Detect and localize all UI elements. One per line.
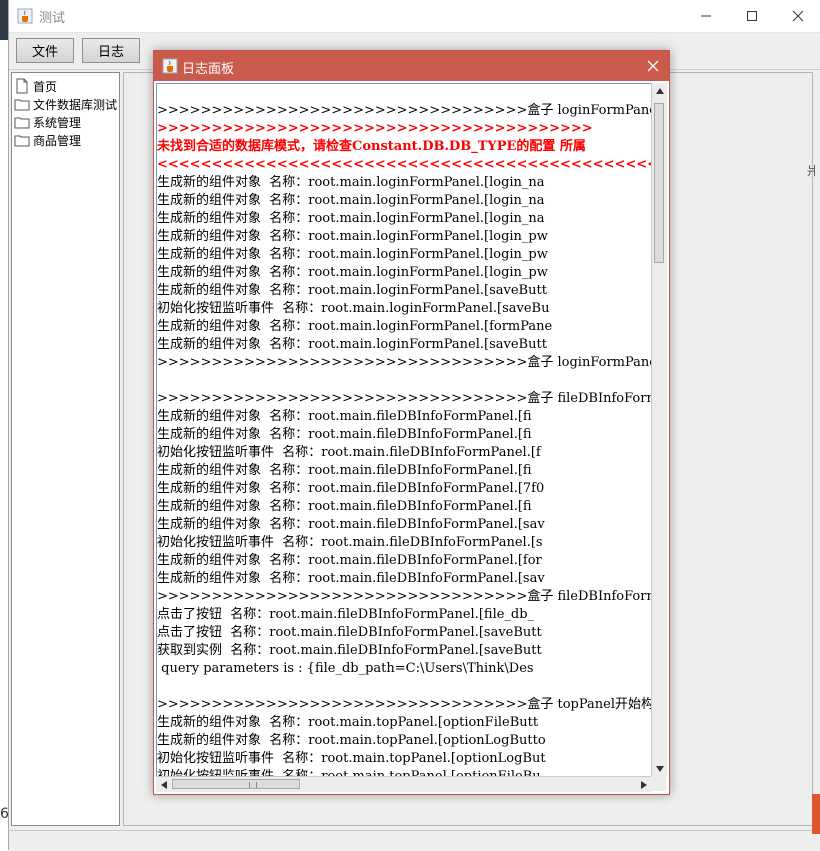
- scroll-corner: [651, 776, 666, 791]
- log-line: 生成新的组件对象 名称：root.main.fileDBInfoFormPane…: [157, 517, 545, 532]
- log-line: <<<<<<<<<<<<<<<<<<<<<<<<<<<<<<<<<<<<<<<<…: [157, 157, 653, 172]
- arrow-right-icon: [640, 780, 647, 789]
- log-line: 未找到合适的数据库模式，请检查Constant.DB.DB_TYPE的配置 所属: [157, 139, 586, 154]
- log-line: 初始化按钮监听事件 名称：root.main.loginFormPanel.[s…: [157, 301, 550, 316]
- log-line: 点击了按钮 名称：root.main.fileDBInfoFormPanel.[…: [157, 607, 535, 622]
- log-line: 生成新的组件对象 名称：root.main.loginFormPanel.[lo…: [157, 247, 548, 262]
- log-line: 初始化按钮监听事件 名称：root.main.fileDBInfoFormPan…: [157, 535, 543, 550]
- file-button[interactable]: 文件: [16, 38, 74, 63]
- log-line: query parameters is : {file_db_path=C:\U…: [157, 661, 534, 676]
- log-line: 生成新的组件对象 名称：root.main.fileDBInfoFormPane…: [157, 553, 542, 568]
- log-line: 初始化按钮监听事件 名称：root.main.topPanel.[optionL…: [157, 751, 546, 766]
- scroll-left-button[interactable]: [156, 777, 171, 792]
- log-line: 生成新的组件对象 名称：root.main.loginFormPanel.[lo…: [157, 265, 548, 280]
- log-text-area[interactable]: >>>>>>>>>>>>>>>>>>>>>>>>>>>>>>>>>>盒子 log…: [156, 83, 653, 778]
- maximize-button[interactable]: [729, 0, 775, 32]
- arrow-down-icon: [655, 765, 664, 772]
- log-line: >>>>>>>>>>>>>>>>>>>>>>>>>>>>>>>>>>盒子 top…: [157, 697, 653, 712]
- log-line: 生成新的组件对象 名称：root.main.loginFormPanel.[fo…: [157, 319, 553, 334]
- arrow-up-icon: [655, 87, 664, 94]
- log-line: 生成新的组件对象 名称：root.main.fileDBInfoFormPane…: [157, 571, 545, 586]
- log-line: 生成新的组件对象 名称：root.main.fileDBInfoFormPane…: [157, 463, 532, 478]
- dialog-title-bar: 日志面板: [154, 51, 669, 81]
- dialog-close-button[interactable]: [637, 51, 669, 81]
- minimize-button[interactable]: [683, 0, 729, 32]
- java-cup-icon: [17, 8, 33, 24]
- log-line: 生成新的组件对象 名称：root.main.loginFormPanel.[lo…: [157, 211, 545, 226]
- log-line: 生成新的组件对象 名称：root.main.topPanel.[optionLo…: [157, 733, 546, 748]
- vertical-scrollbar[interactable]: [651, 83, 667, 776]
- log-button[interactable]: 日志: [82, 38, 140, 63]
- log-line: >>>>>>>>>>>>>>>>>>>>>>>>>>>>>>>>>>盒子 fil…: [157, 589, 653, 604]
- title-bar: 测试: [9, 0, 820, 33]
- log-line: 生成新的组件对象 名称：root.main.loginFormPanel.[lo…: [157, 175, 545, 190]
- log-line: 生成新的组件对象 名称：root.main.loginFormPanel.[lo…: [157, 229, 548, 244]
- window-title: 测试: [39, 11, 66, 26]
- background-window-edge: [0, 0, 8, 40]
- log-line: 生成新的组件对象 名称：root.main.fileDBInfoFormPane…: [157, 481, 545, 496]
- folder-icon: [14, 117, 30, 129]
- log-line: >>>>>>>>>>>>>>>>>>>>>>>>>>>>>>>>>>盒子 log…: [157, 355, 653, 370]
- close-icon: [792, 10, 804, 22]
- maximize-icon: [747, 11, 757, 21]
- scroll-down-button[interactable]: [652, 761, 667, 776]
- tree-item-product-management[interactable]: 商品管理: [14, 131, 81, 149]
- folder-icon: [14, 99, 30, 111]
- log-line: 生成新的组件对象 名称：root.main.fileDBInfoFormPane…: [157, 427, 532, 442]
- log-line: 生成新的组件对象 名称：root.main.loginFormPanel.[sa…: [157, 337, 547, 352]
- log-line: 生成新的组件对象 名称：root.main.loginFormPanel.[sa…: [157, 283, 547, 298]
- vertical-scroll-thumb[interactable]: [654, 103, 664, 263]
- log-line: 生成新的组件对象 名称：root.main.topPanel.[optionFi…: [157, 715, 539, 730]
- tree-item-home[interactable]: 首页: [14, 77, 57, 95]
- scroll-right-button[interactable]: [636, 777, 651, 792]
- log-line: 点击了按钮 名称：root.main.fileDBInfoFormPanel.[…: [157, 625, 542, 640]
- folder-icon: [14, 135, 30, 147]
- status-bar: [9, 830, 820, 851]
- log-line: 生成新的组件对象 名称：root.main.loginFormPanel.[lo…: [157, 193, 545, 208]
- tree-item-file-db-test[interactable]: 文件数据库测试: [14, 95, 117, 113]
- scroll-up-button[interactable]: [652, 83, 667, 98]
- tree-item-label: 系统管理: [33, 115, 82, 130]
- log-line: 生成新的组件对象 名称：root.main.fileDBInfoFormPane…: [157, 499, 532, 514]
- java-cup-icon: [162, 58, 178, 74]
- arrow-left-icon: [160, 780, 167, 789]
- file-icon: [16, 78, 28, 94]
- scroll-grip: [249, 782, 257, 788]
- navigation-tree: 首页 文件数据库测试 系统管理 商品管理: [11, 72, 120, 826]
- log-line: >>>>>>>>>>>>>>>>>>>>>>>>>>>>>>>>>>>>>>>>: [157, 121, 593, 136]
- tree-item-label: 文件数据库测试: [33, 97, 118, 112]
- close-button[interactable]: [775, 0, 820, 32]
- log-line: 初始化按钮监听事件 名称：root.main.fileDBInfoFormPan…: [157, 445, 541, 460]
- horizontal-scroll-thumb[interactable]: [172, 779, 300, 789]
- background-app-edge: [812, 794, 820, 834]
- horizontal-scrollbar[interactable]: [156, 776, 651, 792]
- left-edge-text: 6: [0, 806, 9, 822]
- tree-item-system-management[interactable]: 系统管理: [14, 113, 81, 131]
- log-line: 获取到实例 名称：root.main.fileDBInfoFormPanel.[…: [157, 643, 542, 658]
- minimize-icon: [701, 15, 711, 17]
- log-panel-dialog: 日志面板 >>>>>>>>>>>>>>>>>>>>>>>>>>>>>>>>>>盒…: [153, 50, 670, 795]
- right-edge-text: 爿: [806, 164, 819, 178]
- log-line: 生成新的组件对象 名称：root.main.fileDBInfoFormPane…: [157, 409, 532, 424]
- log-line: >>>>>>>>>>>>>>>>>>>>>>>>>>>>>>>>>>盒子 log…: [157, 103, 653, 118]
- close-icon: [647, 60, 659, 72]
- tree-item-label: 商品管理: [33, 133, 82, 148]
- log-line: >>>>>>>>>>>>>>>>>>>>>>>>>>>>>>>>>>盒子 fil…: [157, 391, 653, 406]
- dialog-title: 日志面板: [182, 62, 235, 77]
- tree-item-label: 首页: [33, 79, 58, 94]
